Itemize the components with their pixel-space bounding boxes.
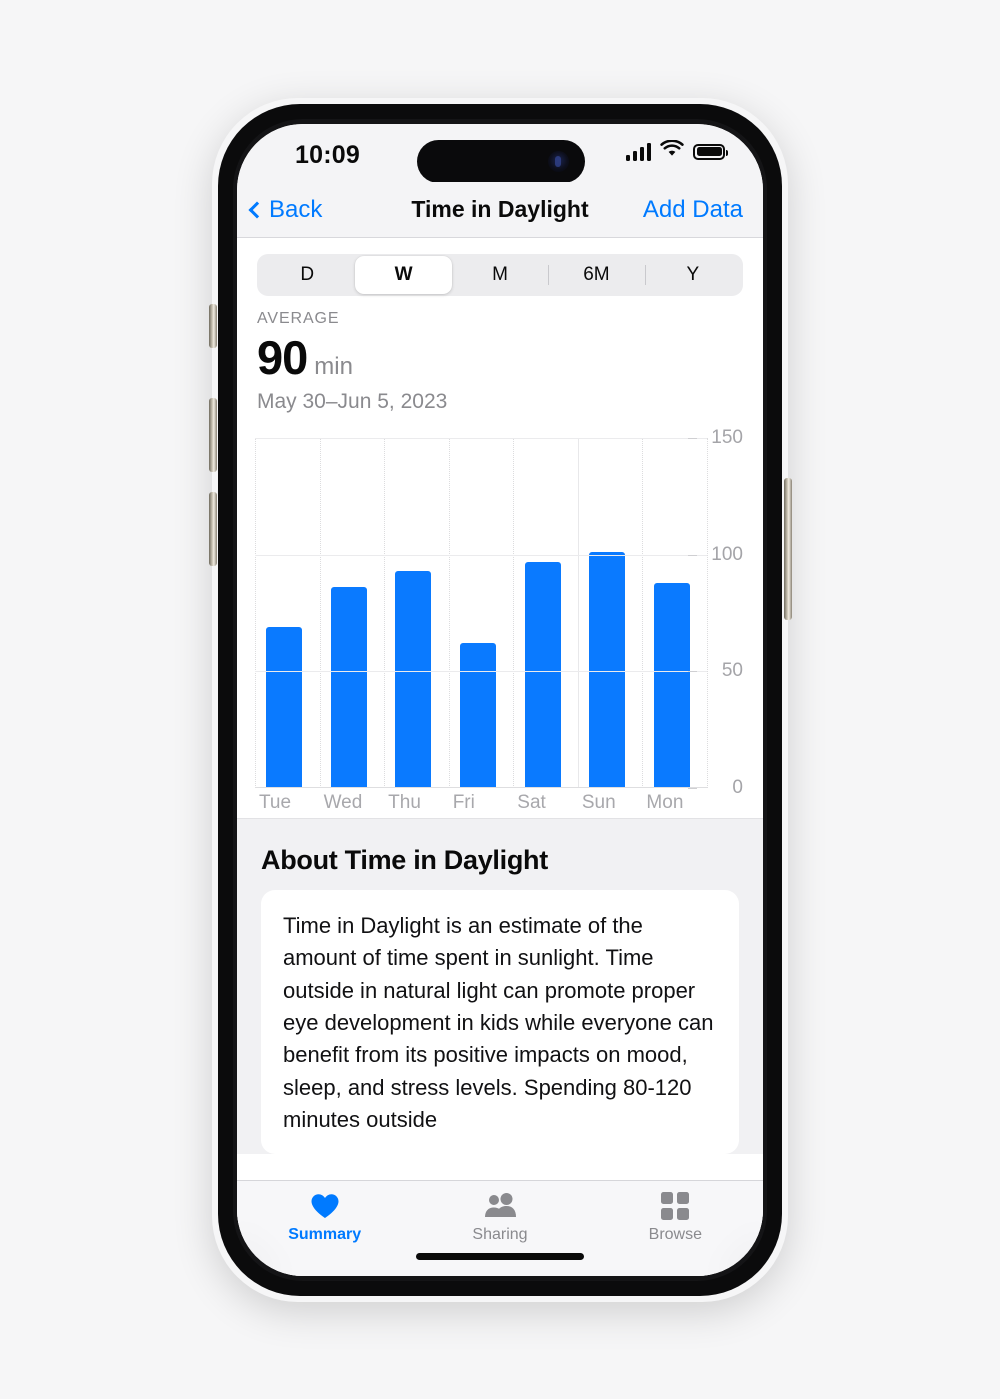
scroll-content: D W M 6M Y AVERAGE 90 min May 30–Jun 5, … bbox=[237, 238, 763, 1276]
cellular-bars-icon bbox=[625, 142, 651, 161]
chart-x-axis-labels: Tue Wed Thu Fri Sat Sun Mon bbox=[255, 792, 707, 822]
time-range-segmented-control[interactable]: D W M 6M Y bbox=[257, 254, 743, 296]
back-button[interactable]: Back bbox=[248, 195, 323, 224]
segment-day[interactable]: D bbox=[259, 256, 355, 294]
chart-horizontal-gridline bbox=[255, 438, 707, 439]
add-data-button[interactable]: Add Data bbox=[643, 196, 743, 224]
status-bar-indicators bbox=[625, 139, 728, 163]
volume-down-button[interactable] bbox=[209, 492, 217, 566]
average-value-row: 90 min bbox=[257, 330, 743, 385]
navigation-bar: Back Time in Daylight Add Data bbox=[237, 182, 763, 238]
about-heading: About Time in Daylight bbox=[261, 845, 548, 875]
chart-y-tick-label: 150 bbox=[711, 427, 743, 448]
tab-sharing-label: Sharing bbox=[472, 1226, 528, 1243]
segment-six-month[interactable]: 6M bbox=[548, 256, 644, 294]
volume-up-button[interactable] bbox=[209, 398, 217, 472]
chart-bars bbox=[255, 438, 707, 788]
status-bar: 10:09 bbox=[237, 124, 763, 183]
about-body-card: Time in Daylight is an estimate of the a… bbox=[261, 890, 739, 1155]
chevron-left-icon bbox=[248, 201, 266, 218]
chart-x-tick-label: Thu bbox=[388, 792, 421, 813]
status-bar-time: 10:09 bbox=[295, 141, 360, 169]
dynamic-island bbox=[417, 140, 585, 183]
chart-vertical-gridline bbox=[384, 438, 386, 788]
grid-squares-icon bbox=[661, 1191, 690, 1221]
chart-y-tick bbox=[688, 554, 697, 556]
tab-summary-label: Summary bbox=[288, 1226, 362, 1243]
front-camera-icon bbox=[548, 151, 569, 172]
chart-bar[interactable] bbox=[330, 587, 367, 788]
segment-year[interactable]: Y bbox=[644, 256, 741, 294]
power-button[interactable] bbox=[784, 478, 792, 620]
chart-x-tick-label: Sat bbox=[517, 792, 546, 813]
chart-bar[interactable] bbox=[266, 627, 303, 788]
chart-vertical-gridline bbox=[577, 438, 579, 788]
average-unit: min bbox=[314, 353, 353, 380]
people-icon bbox=[483, 1191, 517, 1221]
average-label: AVERAGE bbox=[257, 310, 340, 327]
chart-y-tick bbox=[688, 788, 697, 789]
home-indicator[interactable] bbox=[416, 1253, 584, 1260]
heart-icon bbox=[310, 1191, 340, 1221]
wifi-icon bbox=[660, 139, 684, 163]
chart-plot-area bbox=[255, 438, 708, 788]
daylight-bar-chart[interactable]: 0 50 100 150 Tue Wed Thu Fri Sat Sun Mon bbox=[251, 424, 743, 813]
page-root: 10:09 Back Time in Daylight Add Data D W… bbox=[0, 0, 1000, 1399]
back-button-label: Back bbox=[269, 195, 323, 223]
chart-bar[interactable] bbox=[524, 561, 561, 788]
segment-month[interactable]: M bbox=[452, 256, 548, 294]
chart-x-tick-label: Sun bbox=[581, 792, 616, 813]
average-number: 90 bbox=[257, 331, 308, 384]
chart-bar[interactable] bbox=[589, 552, 626, 788]
chart-y-tick bbox=[688, 438, 697, 439]
tab-browse[interactable]: Browse bbox=[588, 1191, 763, 1244]
phone-screen: 10:09 Back Time in Daylight Add Data D W… bbox=[237, 124, 763, 1276]
chart-x-tick-label: Tue bbox=[259, 792, 292, 813]
chart-vertical-gridline bbox=[255, 438, 256, 788]
chart-y-tick-label: 100 bbox=[711, 543, 743, 565]
chart-bar[interactable] bbox=[395, 571, 432, 788]
chart-y-tick-label: 50 bbox=[721, 660, 743, 682]
tab-bar: Summary Sharing Browse bbox=[237, 1180, 763, 1276]
tab-sharing[interactable]: Sharing bbox=[412, 1191, 587, 1244]
chart-vertical-gridline bbox=[513, 438, 515, 788]
chart-horizontal-gridline bbox=[255, 554, 707, 556]
chart-vertical-gridline bbox=[319, 438, 321, 788]
chart-vertical-gridline bbox=[642, 438, 644, 788]
average-summary: AVERAGE 90 min May 30–Jun 5, 2023 bbox=[237, 296, 763, 414]
chart-y-tick-label: 0 bbox=[732, 777, 743, 798]
segment-week[interactable]: W bbox=[355, 256, 452, 294]
chart-bar[interactable] bbox=[460, 643, 496, 788]
battery-full-icon bbox=[693, 143, 728, 160]
tab-browse-label: Browse bbox=[648, 1226, 702, 1243]
tab-summary[interactable]: Summary bbox=[237, 1191, 412, 1244]
action-button[interactable] bbox=[209, 304, 217, 348]
chart-bar[interactable] bbox=[653, 582, 690, 788]
chart-x-tick-label: Wed bbox=[323, 792, 363, 813]
chart-baseline-axis bbox=[255, 787, 707, 788]
chart-y-axis-labels: 0 50 100 150 bbox=[688, 424, 743, 798]
chart-x-tick-label: Fri bbox=[452, 792, 475, 813]
about-section: About Time in Daylight Time in Daylight … bbox=[237, 819, 763, 1155]
chart-vertical-gridline bbox=[448, 438, 450, 788]
chart-y-tick bbox=[688, 671, 697, 673]
date-range-label: May 30–Jun 5, 2023 bbox=[257, 390, 448, 413]
chart-x-tick-label: Mon bbox=[646, 792, 684, 813]
chart-horizontal-gridline bbox=[255, 671, 707, 673]
